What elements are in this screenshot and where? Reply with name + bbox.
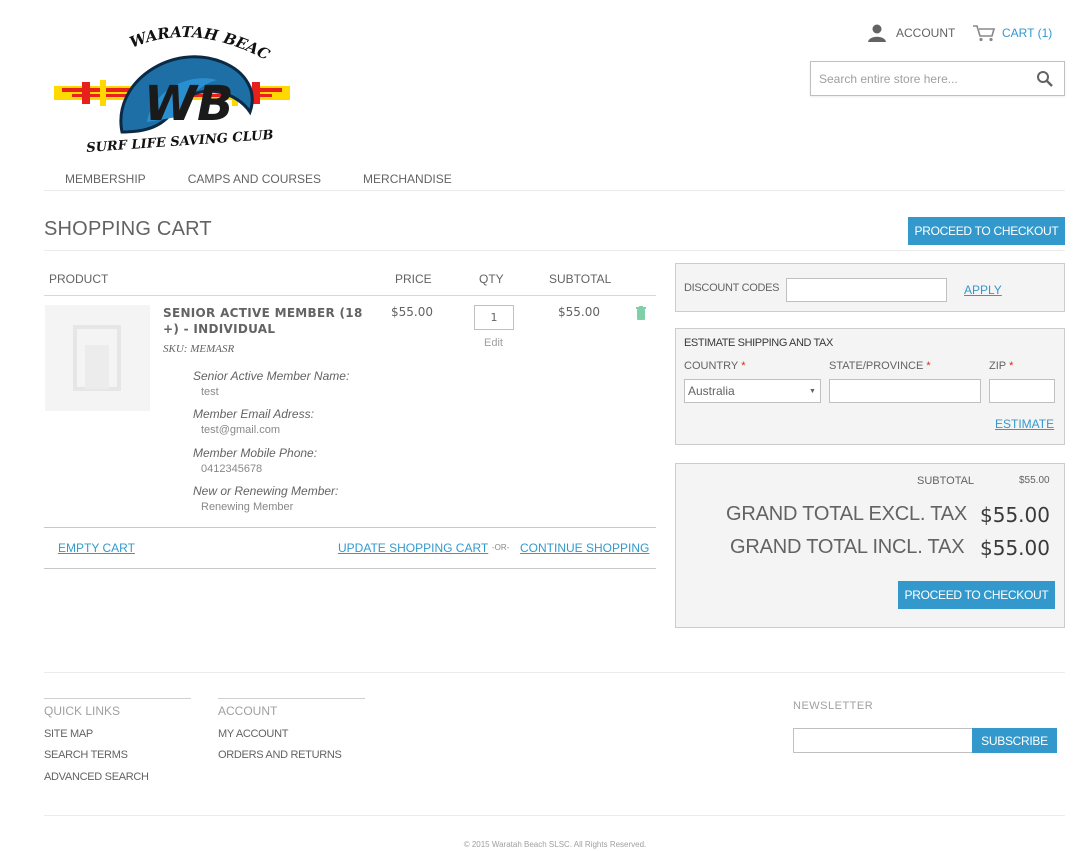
state-province-input[interactable] [829, 379, 981, 403]
zip-label: ZIP * [989, 360, 1013, 372]
newsletter-email-input[interactable] [793, 728, 973, 753]
product-sku: SKU: MEMASR [163, 343, 235, 355]
grand-total-excl-value: $55.00 [980, 503, 1050, 527]
empty-cart-link[interactable]: EMPTY CART [58, 541, 135, 555]
continue-shopping-link[interactable]: CONTINUE SHOPPING [520, 541, 649, 555]
state-label: STATE/PROVINCE * [829, 360, 931, 372]
footer-link-advanced-search[interactable]: ADVANCED SEARCH [44, 771, 149, 783]
grand-total-excl-label: GRAND TOTAL EXCL. TAX [726, 503, 968, 525]
option-label-renewing: New or Renewing Member: [193, 484, 339, 498]
item-subtotal: $55.00 [558, 305, 600, 319]
zip-label-text: ZIP [989, 360, 1007, 372]
cart-label: CART (1) [1002, 26, 1053, 40]
update-cart-link[interactable]: UPDATE SHOPPING CART [338, 541, 488, 555]
account-links-title: ACCOUNT [218, 704, 278, 718]
grand-total-incl-label: GRAND TOTAL INCL. TAX [730, 536, 965, 558]
option-label-member-phone: Member Mobile Phone: [193, 446, 318, 460]
zip-input[interactable] [989, 379, 1055, 403]
shipping-title: ESTIMATE SHIPPING AND TAX [684, 337, 833, 349]
site-logo[interactable]: WB WARATAH BEACH SURF LIFE SAVING CLUB [44, 8, 292, 156]
table-footer-divider-bottom [44, 568, 656, 569]
proceed-to-checkout-button-bottom[interactable]: PROCEED TO CHECKOUT [898, 581, 1055, 609]
option-value-member-phone: 0412345678 [201, 463, 263, 475]
main-nav: MEMBERSHIP CAMPS AND COURSES MERCHANDISE [44, 168, 1065, 191]
footer-divider [44, 672, 1065, 673]
option-label-member-name: Senior Active Member Name: [193, 369, 350, 383]
option-value-member-email: test@gmail.com [201, 424, 281, 436]
trash-icon[interactable] [636, 306, 646, 320]
item-price: $55.00 [391, 305, 433, 319]
or-separator: -OR- [492, 543, 510, 552]
country-select[interactable]: Australia [684, 379, 821, 403]
grand-total-incl-value: $55.00 [980, 536, 1050, 560]
subtotal-value: $55.00 [1019, 475, 1050, 486]
product-image[interactable] [45, 305, 150, 411]
apply-discount-link[interactable]: APPLY [964, 283, 1002, 297]
footer-link-site-map[interactable]: SITE MAP [44, 728, 93, 740]
table-header-divider [44, 295, 656, 296]
nav-item-membership[interactable]: MEMBERSHIP [44, 168, 167, 190]
column-header-qty: QTY [479, 272, 504, 286]
required-mark: * [926, 360, 931, 372]
required-mark: * [1009, 360, 1014, 372]
option-label-member-email: Member Email Adress: [193, 407, 314, 421]
user-icon [868, 24, 886, 42]
quantity-input[interactable] [474, 305, 514, 330]
footer-link-search-terms[interactable]: SEARCH TERMS [44, 749, 128, 761]
state-label-text: STATE/PROVINCE [829, 360, 924, 372]
logo-monogram: WB [144, 76, 234, 132]
quick-links-rule [44, 698, 191, 699]
search-box [810, 61, 1065, 96]
footer-bottom-divider [44, 815, 1065, 816]
option-value-renewing: Renewing Member [201, 501, 294, 513]
discount-label: DISCOUNT CODES [684, 282, 780, 294]
quick-links-title: QUICK LINKS [44, 704, 121, 718]
country-label: COUNTRY * [684, 360, 745, 372]
nav-item-merchandise[interactable]: MERCHANDISE [342, 168, 473, 190]
required-mark: * [741, 360, 746, 372]
search-icon[interactable] [1036, 70, 1054, 88]
column-header-product: PRODUCT [49, 272, 109, 286]
cart-icon [973, 25, 996, 42]
account-links-rule [218, 698, 365, 699]
country-label-text: COUNTRY [684, 360, 739, 372]
column-header-price: PRICE [395, 272, 432, 286]
product-name[interactable]: SENIOR ACTIVE MEMBER (18 +) - INDIVIDUAL [163, 305, 383, 337]
newsletter-title: NEWSLETTER [793, 700, 874, 712]
page-title: SHOPPING CART [44, 218, 212, 240]
account-link[interactable]: ACCOUNT [866, 24, 955, 42]
footer-link-my-account[interactable]: MY ACCOUNT [218, 728, 288, 740]
nav-item-camps-and-courses[interactable]: CAMPS AND COURSES [167, 168, 342, 190]
option-value-member-name: test [201, 386, 219, 398]
footer-link-orders-returns[interactable]: ORDERS AND RETURNS [218, 749, 342, 761]
chevron-down-icon: ▼ [809, 388, 816, 395]
subscribe-button[interactable]: SUBSCRIBE [972, 728, 1057, 753]
table-footer-divider-top [44, 527, 656, 528]
copyright-text: © 2015 Waratah Beach SLSC. All Rights Re… [463, 840, 647, 849]
column-header-subtotal: SUBTOTAL [549, 272, 612, 286]
discount-code-input[interactable] [786, 278, 947, 302]
proceed-to-checkout-button-top[interactable]: PROCEED TO CHECKOUT [908, 217, 1065, 245]
title-divider [44, 250, 1065, 251]
subtotal-label: SUBTOTAL [917, 475, 975, 487]
account-label: ACCOUNT [896, 26, 956, 40]
edit-item-link[interactable]: Edit [484, 337, 503, 349]
product-placeholder-icon [73, 325, 121, 391]
logo-top-text: WARATAH BEACH [52, 22, 273, 64]
estimate-link[interactable]: ESTIMATE [995, 417, 1054, 431]
search-input[interactable] [811, 62, 1026, 95]
cart-link[interactable]: CART (1) [972, 24, 1052, 42]
